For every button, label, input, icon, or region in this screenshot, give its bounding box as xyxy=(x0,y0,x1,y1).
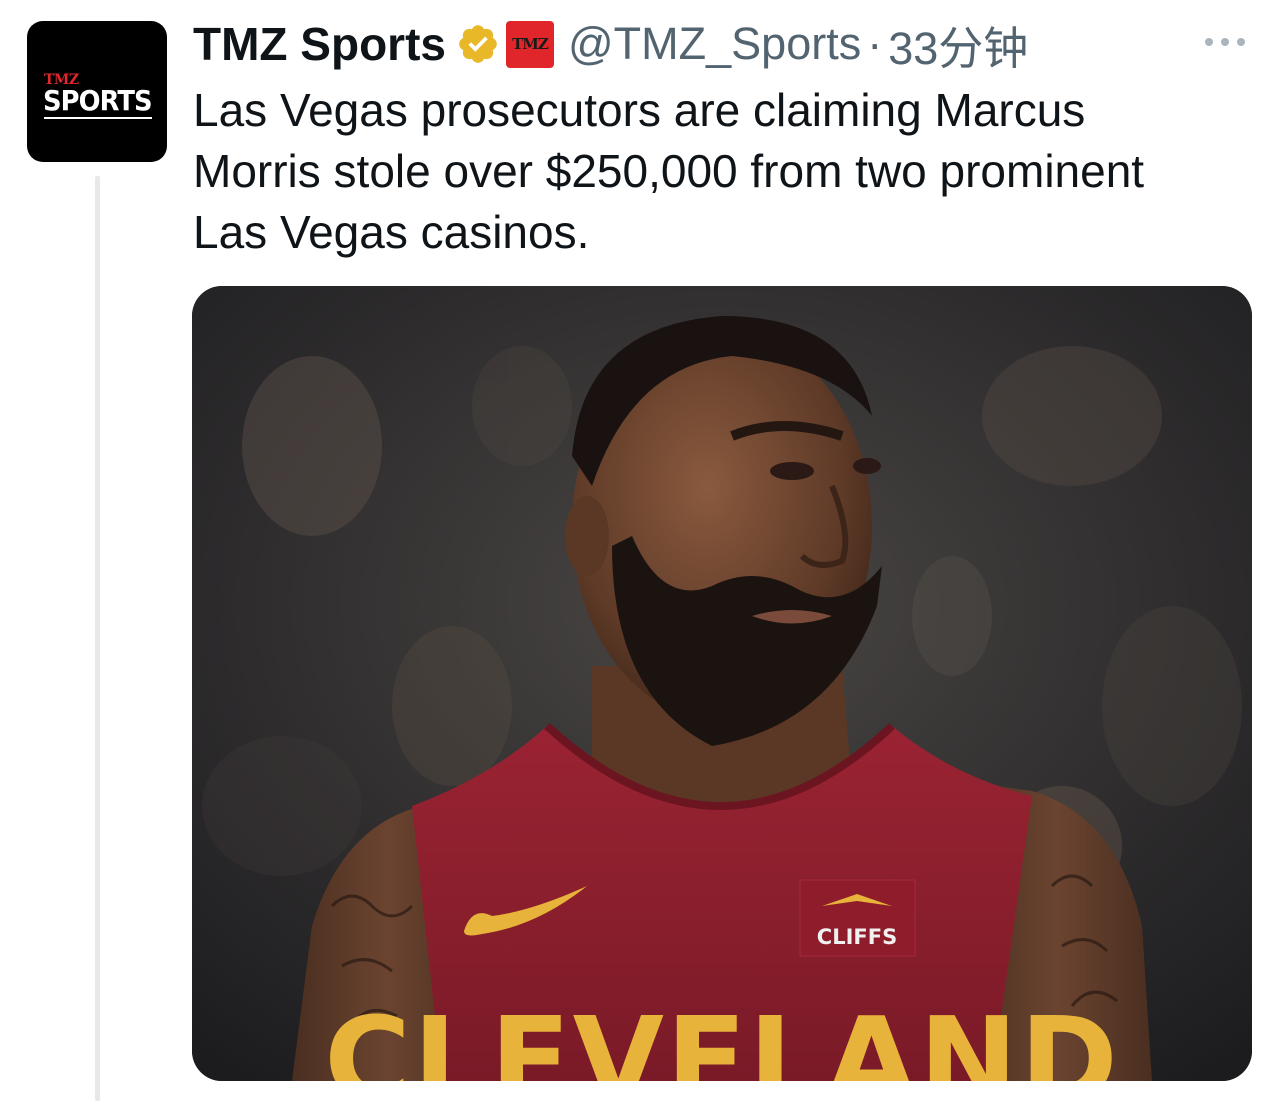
author-handle[interactable]: @TMZ_Sports xyxy=(568,18,861,70)
separator-dot: · xyxy=(867,18,883,69)
more-options-button[interactable] xyxy=(1198,24,1252,60)
avatar-underline xyxy=(44,117,152,119)
tweet-media-photo[interactable]: CLIFFS CLEVELAND xyxy=(192,286,1252,1081)
author-avatar[interactable]: TMZ SPORTS xyxy=(27,21,167,162)
thread-line xyxy=(95,176,100,1101)
tweet-card[interactable]: TMZ SPORTS TMZ Sports TMZ @TMZ_Sports · … xyxy=(0,0,1280,1101)
verified-badge-icon[interactable] xyxy=(456,22,500,66)
jersey-wordmark: CLEVELAND xyxy=(324,991,1120,1081)
tweet-text-line: Morris stole over $250,000 from two prom… xyxy=(193,145,1145,197)
author-display-name[interactable]: TMZ Sports xyxy=(193,17,446,71)
tweet-text-line: Las Vegas casinos. xyxy=(193,206,590,258)
photo-illustration: CLIFFS CLEVELAND xyxy=(192,286,1252,1081)
tweet-text-line: Las Vegas prosecutors are claiming Marcu… xyxy=(193,84,1086,136)
sponsor-patch-text: CLIFFS xyxy=(817,925,897,949)
affiliate-badge[interactable]: TMZ xyxy=(505,20,554,68)
avatar-brand-large: SPORTS xyxy=(43,84,153,117)
tweet-header: TMZ Sports TMZ @TMZ_Sports · 33分钟 xyxy=(193,14,1028,74)
more-dots-icon xyxy=(1205,38,1245,46)
tweet-text: Las Vegas prosecutors are claiming Marcu… xyxy=(193,80,1253,263)
tweet-timestamp[interactable]: 33分钟 xyxy=(888,12,1028,77)
